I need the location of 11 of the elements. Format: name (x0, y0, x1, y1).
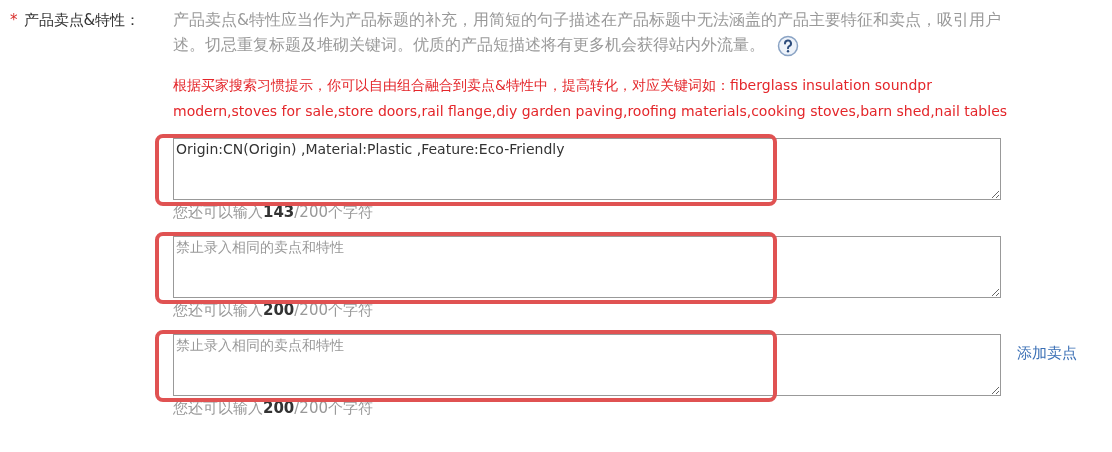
selling-point-field[interactable]: Origin:CN(Origin) ,Material:Plastic ,Feature:Eco-Friendly (173, 138, 1001, 200)
selling-point-field[interactable]: 禁止录入相同的卖点和特性 (173, 334, 1001, 396)
keyword-hint-text: 根据买家搜索习惯提示，你可以自由组合融合到卖点&特性中，提高转化，对应关键词如：fiberglass insulation soundpr (173, 76, 933, 95)
help-text: 产品卖点&特性应当作为产品标题的补充，用简短的句子描述在产品标题中无法涵盖的产品主要特征和卖点，吸引用户 (173, 10, 1002, 31)
add-selling-point-link[interactable]: 添加卖点 (1017, 344, 1077, 363)
field-label: 产品卖点&特性： (23, 10, 141, 31)
required-mark: * (10, 10, 18, 31)
help-icon[interactable] (777, 34, 799, 57)
keyword-hint-text: modern,stoves for sale,store doors,rail flange,diy garden paving,roofing materials,cooking stoves,barn shed,nail tables (173, 102, 1009, 121)
selling-point-field[interactable]: 禁止录入相同的卖点和特性 (173, 236, 1001, 298)
help-text: 述。切忌重复标题及堆砌关键词。优质的产品短描述将有更多机会获得站内外流量。 (173, 35, 765, 56)
